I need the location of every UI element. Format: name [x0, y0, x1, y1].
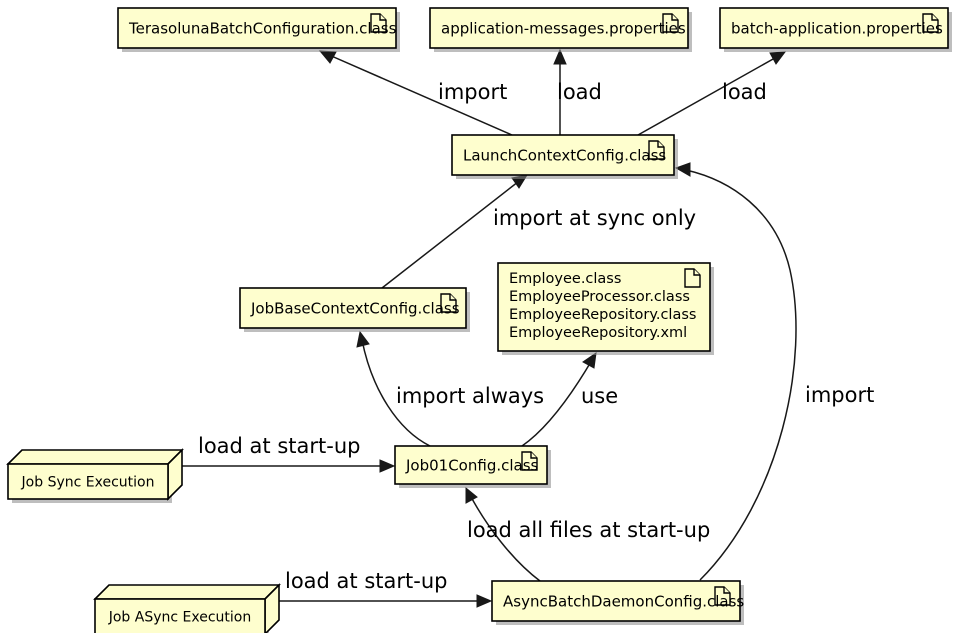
- node-job01config: Job01Config.class: [394, 445, 551, 488]
- arrowhead-icon: [769, 51, 787, 65]
- node-label: Job Sync Execution: [21, 475, 155, 491]
- node-job-async-exec: Job ASync Execution: [93, 583, 281, 633]
- edge-label-job01config-to-job-base-context: import always: [396, 384, 544, 408]
- node-label-line: EmployeeRepository.xml: [509, 325, 687, 341]
- arrowhead-icon: [553, 48, 567, 65]
- node-job-base-context: JobBaseContextConfig.class: [239, 287, 470, 332]
- cube-top-face: [6, 449, 184, 465]
- node-app-messages: application-messages.properties: [429, 7, 692, 52]
- node-label: Job ASync Execution: [108, 610, 252, 626]
- node-label: application-messages.properties: [441, 20, 686, 38]
- arrowhead-icon: [465, 486, 478, 504]
- node-async-daemon: AsyncBatchDaemonConfig.class: [491, 580, 744, 625]
- node-label: Job01Config.class: [405, 457, 539, 475]
- edge-job-sync-exec-to-job01config: [182, 459, 396, 473]
- node-label: LaunchContextConfig.class: [463, 147, 666, 165]
- edge-label-job-sync-exec-to-job01config: load at start-up: [198, 434, 360, 458]
- node-label-line: EmployeeRepository.class: [509, 307, 696, 323]
- edge-label-async-daemon-to-launch-context: import: [805, 383, 874, 407]
- node-batch-app-props: batch-application.properties: [719, 7, 952, 52]
- edge-label-launch-context-to-app-messages: load: [557, 80, 602, 104]
- edge-label-job01config-to-employee-group: use: [581, 384, 618, 408]
- edge-label-async-daemon-to-job01config: load all files at start-up: [467, 518, 710, 542]
- diagram-svg: TerasolunaBatchConfiguration.class applic…: [6, 7, 952, 633]
- edge-job-async-exec-to-async-daemon: [279, 594, 493, 608]
- node-employee-group: Employee.class EmployeeProcessor.class Emp…: [497, 262, 714, 355]
- uml-diagram-canvas: TerasolunaBatchConfiguration.class applic…: [0, 0, 962, 633]
- arrowhead-icon: [674, 162, 691, 177]
- node-label-line: Employee.class: [509, 271, 621, 287]
- arrowhead-icon: [318, 50, 337, 64]
- node-label: TerasolunaBatchConfiguration.class: [128, 20, 397, 38]
- node-launch-context: LaunchContextConfig.class: [451, 134, 678, 179]
- node-label: AsyncBatchDaemonConfig.class: [503, 593, 744, 611]
- arrowhead-icon: [356, 330, 370, 348]
- edge-label-launch-context-to-terasoluna: import: [438, 80, 507, 104]
- edge-label-launch-context-to-batch-app-props: load: [722, 80, 767, 104]
- arrowhead-icon: [582, 351, 597, 369]
- cube-top-face: [93, 584, 281, 600]
- edge-label-job-base-context-to-launch-context: import at sync only: [493, 206, 696, 230]
- node-terasoluna: TerasolunaBatchConfiguration.class: [117, 7, 400, 52]
- node-label: JobBaseContextConfig.class: [250, 300, 460, 318]
- edge-label-job-async-exec-to-async-daemon: load at start-up: [285, 569, 447, 593]
- node-label-line: EmployeeProcessor.class: [509, 289, 690, 305]
- node-label: batch-application.properties: [731, 20, 943, 38]
- node-job-sync-exec: Job Sync Execution: [6, 448, 184, 503]
- arrowhead-icon: [379, 459, 396, 473]
- arrowhead-icon: [476, 594, 493, 608]
